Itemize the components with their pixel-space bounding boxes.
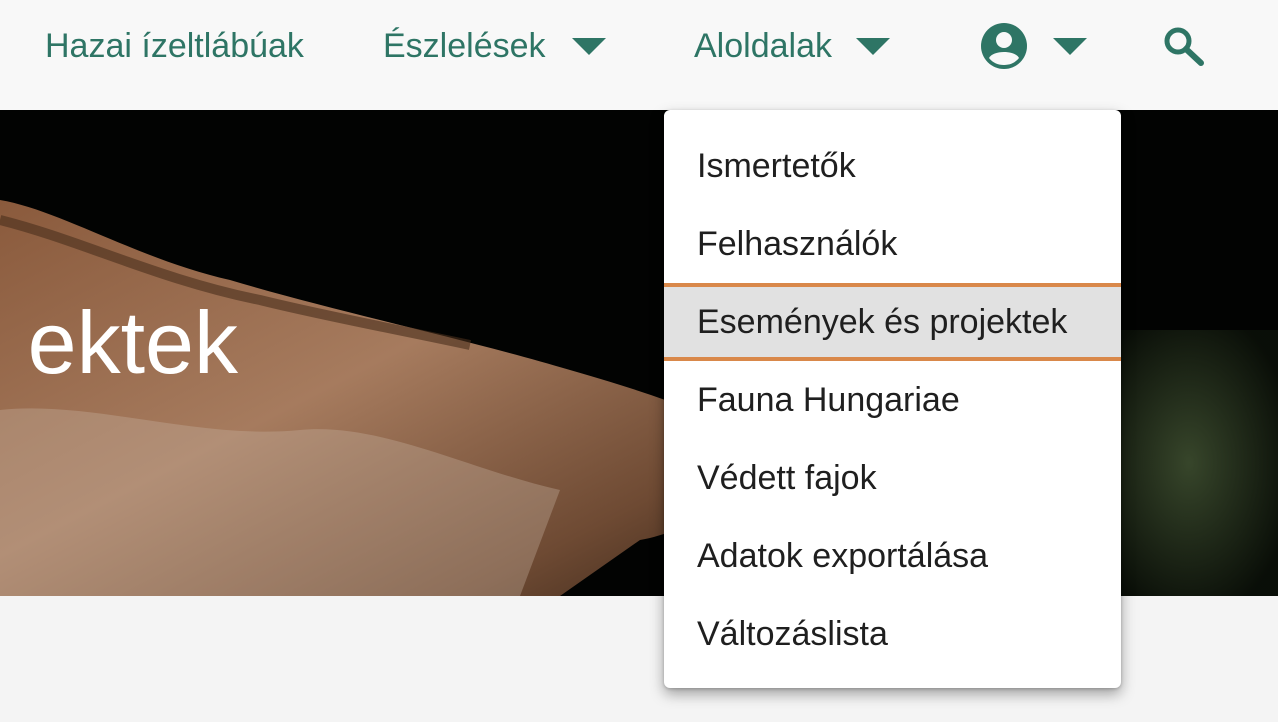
top-navigation-bar: Hazai ízeltlábúak Észlelések Aloldalak xyxy=(0,0,1278,110)
menu-item-ismertetok[interactable]: Ismertetők xyxy=(664,127,1121,205)
menu-item-valtozaslista[interactable]: Változáslista xyxy=(664,595,1121,673)
hero-title: ektek xyxy=(27,293,238,392)
account-menu-button[interactable] xyxy=(980,22,1087,70)
nav-home-link[interactable]: Hazai ízeltlábúak xyxy=(45,24,304,68)
menu-item-adatok-exportalasa[interactable]: Adatok exportálása xyxy=(664,517,1121,595)
search-icon xyxy=(1164,27,1204,66)
caret-down-icon xyxy=(1053,37,1087,55)
nav-observations-label: Észlelések xyxy=(383,26,546,65)
menu-item-vedett-fajok[interactable]: Védett fajok xyxy=(664,439,1121,517)
menu-item-esemenyek-es-projektek[interactable]: Események és projektek xyxy=(664,283,1121,361)
nav-subpages-dropdown[interactable]: Aloldalak xyxy=(694,24,890,68)
nav-subpages-label: Aloldalak xyxy=(694,26,832,65)
subpages-dropdown-menu: Ismertetők Felhasználók Események és pro… xyxy=(664,110,1121,688)
search-button[interactable] xyxy=(1163,26,1205,66)
caret-down-icon xyxy=(571,37,606,55)
nav-home-label: Hazai ízeltlábúak xyxy=(45,26,304,65)
menu-item-felhasznalok[interactable]: Felhasználók xyxy=(664,205,1121,283)
caret-down-icon xyxy=(855,37,890,55)
account-circle-icon xyxy=(981,23,1027,69)
nav-observations-dropdown[interactable]: Észlelések xyxy=(383,24,606,68)
menu-item-fauna-hungariae[interactable]: Fauna Hungariae xyxy=(664,361,1121,439)
subpages-menu-list: Ismertetők Felhasználók Események és pro… xyxy=(664,110,1121,673)
